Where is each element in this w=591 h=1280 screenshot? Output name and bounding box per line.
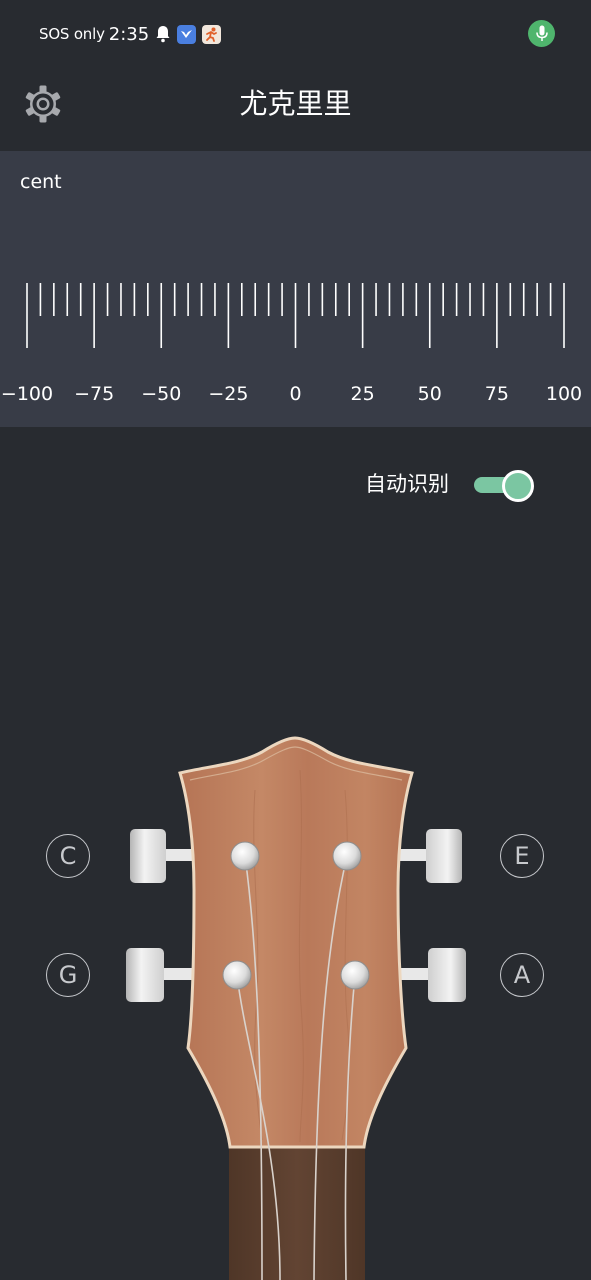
fitness-app-icon xyxy=(202,24,222,44)
cent-scale: −100 −75 −50 −25 0 25 50 75 100 xyxy=(1,283,582,405)
microphone-icon xyxy=(528,20,555,47)
headstock-body xyxy=(178,736,414,1149)
status-bar-left: SOS only 2:35 xyxy=(39,20,222,48)
scale-tick-label: −25 xyxy=(208,383,248,405)
fretboard xyxy=(229,1145,365,1280)
toggle-thumb xyxy=(502,470,534,502)
scale-tick-label: 0 xyxy=(289,383,301,405)
ukulele-headstock xyxy=(126,736,466,1280)
scale-tick-label: 50 xyxy=(418,383,442,405)
tuner-knob-upper-right xyxy=(426,829,462,883)
string-button-g[interactable]: G xyxy=(46,953,90,997)
string-button-c[interactable]: C xyxy=(46,834,90,878)
tuning-peg-upper-left xyxy=(230,841,260,871)
tuner-knob-lower-left xyxy=(126,948,164,1002)
scale-tick-label: 75 xyxy=(485,383,509,405)
tuner-knob-upper-left xyxy=(130,829,166,883)
tuner-knob-lower-right xyxy=(428,948,466,1002)
tuning-peg-lower-left xyxy=(222,960,252,990)
scale-tick-label: 25 xyxy=(351,383,375,405)
scale-tick-label: −50 xyxy=(141,383,181,405)
status-clock: 2:35 xyxy=(108,23,150,45)
bell-icon xyxy=(155,25,171,43)
tuning-peg-upper-right xyxy=(332,841,362,871)
scale-tick-label: 100 xyxy=(546,383,582,405)
scale-tick-label: −100 xyxy=(1,383,53,405)
string-button-e[interactable]: E xyxy=(500,834,544,878)
page-title: 尤克里里 xyxy=(239,87,352,120)
app-notification-icon xyxy=(177,24,197,44)
string-button-a[interactable]: A xyxy=(500,953,544,997)
scale-labels: −100 −75 −50 −25 0 25 50 75 100 xyxy=(1,383,582,405)
carrier-status: SOS only xyxy=(39,25,105,43)
scale-ticks xyxy=(26,283,565,348)
auto-detect-label: 自动识别 xyxy=(365,472,449,496)
tuning-peg-lower-right xyxy=(340,960,370,990)
scale-tick-label: −75 xyxy=(74,383,114,405)
auto-detect-toggle[interactable] xyxy=(474,470,536,502)
